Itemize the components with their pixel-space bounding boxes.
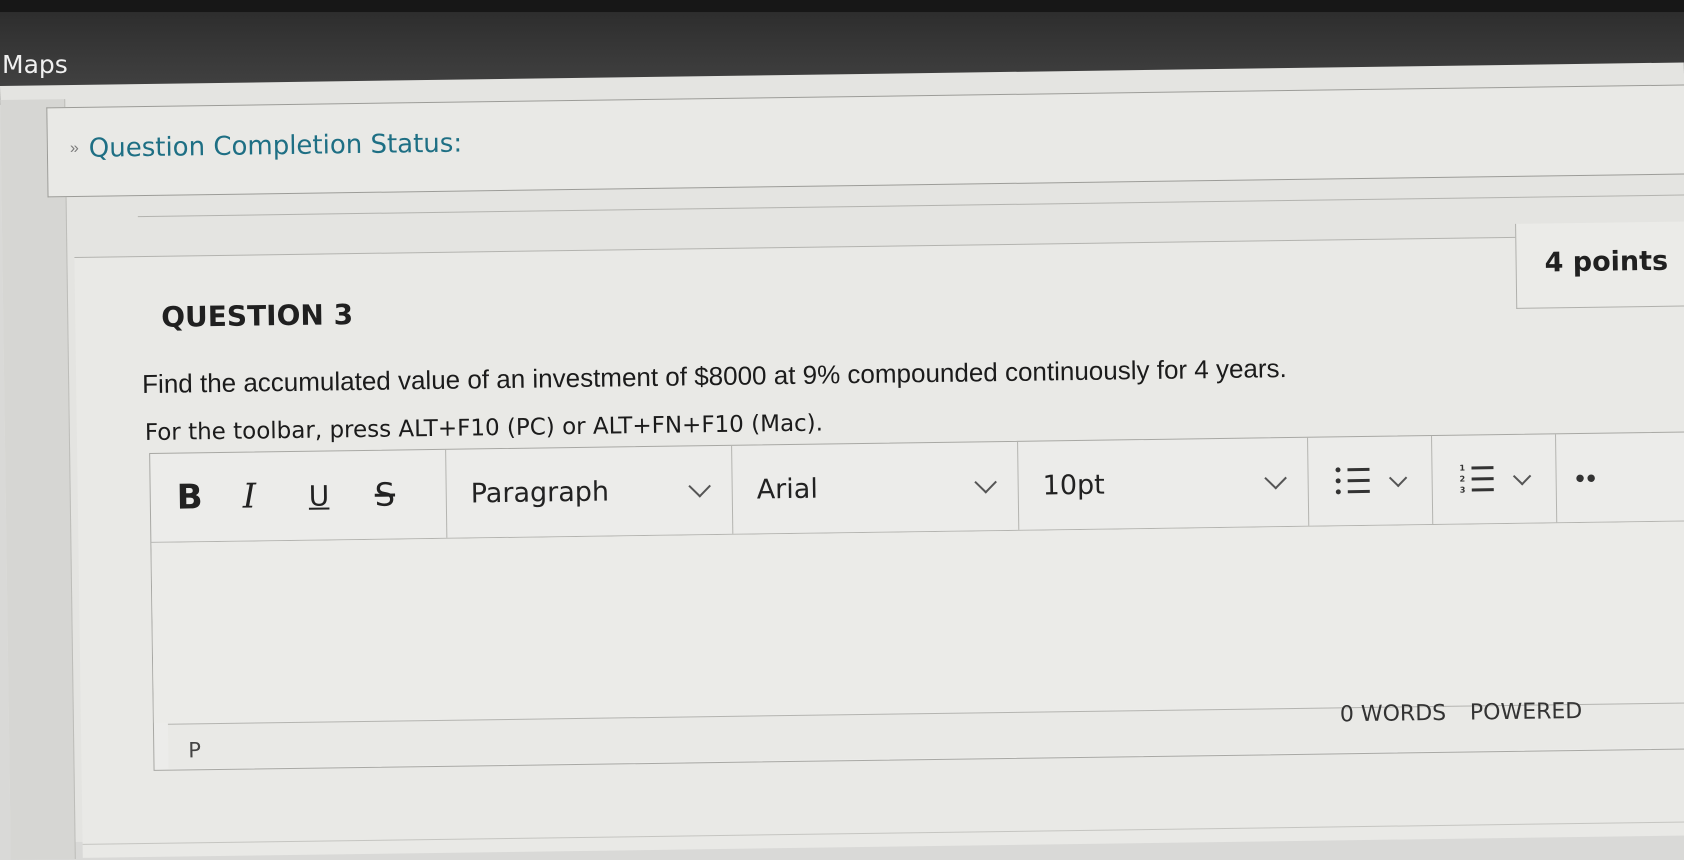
- question-prompt: Find the accumulated value of an investm…: [141, 353, 1287, 400]
- chevron-down-icon: [1512, 466, 1532, 485]
- chevron-down-icon: [1264, 466, 1287, 490]
- double-chevron-down-icon: »: [69, 139, 79, 158]
- bold-button[interactable]: B: [176, 467, 243, 528]
- block-format-value: Paragraph: [470, 476, 610, 509]
- page-content: » Question Completion Status: QUESTION 3…: [0, 62, 1684, 860]
- format-button-group: B I U S: [150, 449, 448, 542]
- question-title: QUESTION 3: [161, 298, 354, 334]
- question-completion-status: » Question Completion Status:: [46, 84, 1684, 198]
- chevron-down-icon: [1388, 468, 1408, 487]
- left-rail: [0, 99, 76, 860]
- rich-text-editor: B I U S Paragraph Arial 10pt 1 2 3 •• P …: [149, 430, 1684, 771]
- section-divider: [137, 194, 1684, 218]
- powered-by-link[interactable]: POWERED: [1470, 699, 1583, 726]
- numbered-list-icon: 1 2 3: [1459, 464, 1494, 495]
- more-button[interactable]: ••: [1556, 433, 1617, 522]
- element-path[interactable]: P: [188, 738, 201, 762]
- bookmark-maps[interactable]: Maps: [2, 50, 68, 79]
- question-bottom-border: [82, 821, 1684, 845]
- question-points: 4 points: [1544, 245, 1669, 279]
- bullet-list-icon: [1335, 466, 1370, 496]
- font-family-value: Arial: [756, 473, 819, 505]
- editor-text-area[interactable]: [151, 520, 1684, 723]
- bullet-list-button[interactable]: [1308, 436, 1434, 526]
- strikethrough-button[interactable]: S: [374, 464, 441, 525]
- numbered-list-button[interactable]: 1 2 3: [1432, 434, 1558, 525]
- browser-tab-strip: [0, 0, 1684, 12]
- word-count: 0 WORDS: [1339, 700, 1447, 728]
- chevron-down-icon: [974, 470, 997, 494]
- chevron-down-icon: [688, 474, 711, 498]
- completion-status-label[interactable]: Question Completion Status:: [89, 129, 463, 164]
- completion-status-toggle[interactable]: » Question Completion Status:: [70, 129, 463, 164]
- underline-button[interactable]: U: [308, 465, 375, 526]
- points-box: 4 points: [1515, 221, 1684, 309]
- block-format-select[interactable]: Paragraph: [446, 445, 734, 538]
- more-icon: ••: [1575, 462, 1598, 493]
- toolbar-hint: For the toolbar, press ALT+F10 (PC) or A…: [144, 410, 824, 447]
- italic-button[interactable]: I: [242, 466, 309, 527]
- font-size-select[interactable]: 10pt: [1018, 437, 1310, 530]
- font-size-value: 10pt: [1042, 469, 1105, 501]
- font-family-select[interactable]: Arial: [732, 441, 1020, 534]
- question-block: QUESTION 3 4 points Find the accumulated…: [74, 221, 1684, 858]
